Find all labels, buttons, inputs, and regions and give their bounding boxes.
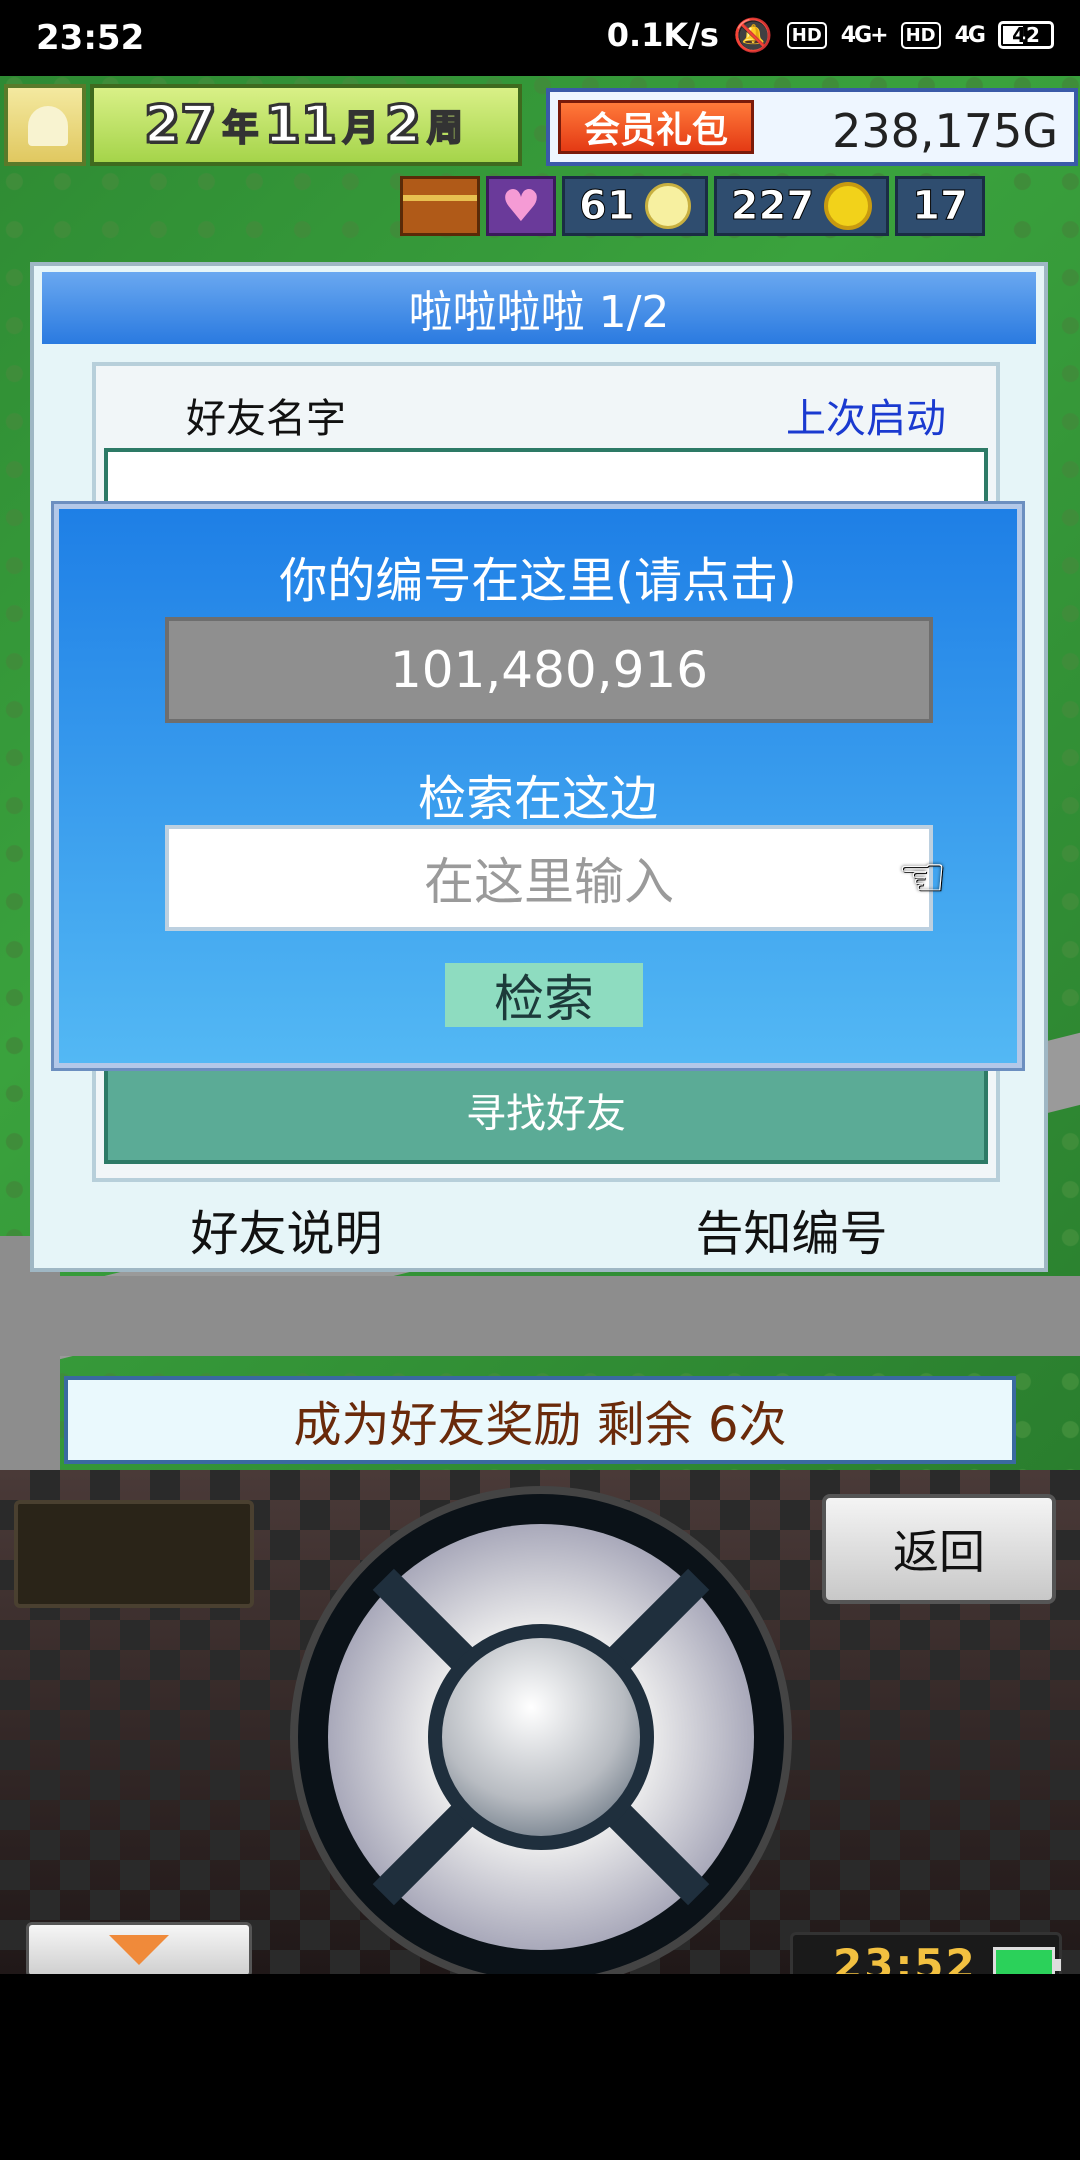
dpad-center-button[interactable]	[428, 1624, 654, 1850]
controller-panel: 返回 23:52	[0, 1470, 1080, 1996]
coin-icon	[824, 182, 873, 230]
week-value: 2	[383, 94, 422, 157]
date-display: 27 年 11 月 2 周	[90, 84, 522, 166]
panel-title: 啦啦啦啦 1/2	[42, 272, 1036, 344]
your-id-box[interactable]: 101,480,916	[165, 617, 933, 723]
status-time: 23:52	[36, 18, 145, 58]
mute-icon: 🔕	[732, 16, 773, 54]
month-unit: 月	[342, 107, 380, 150]
game-map: 27 年 11 月 2 周 会员礼包 238,175G ♥ 61 227 17 …	[0, 76, 1080, 1470]
friend-reward-bar: 成为好友奖励 剩余 6次	[64, 1376, 1016, 1464]
battery-level: 42	[1012, 23, 1040, 47]
bottom-bar	[0, 1974, 1080, 2160]
gold-display: 会员礼包 238,175G	[546, 88, 1078, 166]
week-unit: 周	[426, 107, 464, 150]
column-last-launch: 上次启动	[786, 396, 946, 442]
road	[0, 1276, 1080, 1356]
stat-extra-value: 17	[912, 183, 969, 230]
search-input[interactable]: 在这里输入	[165, 825, 933, 931]
find-friend-button[interactable]: 寻找好友	[108, 1060, 984, 1160]
stat-research: 61	[562, 176, 708, 236]
heart-icon[interactable]: ♥	[486, 176, 556, 236]
stat-research-value: 61	[579, 183, 636, 230]
status-bar: 23:52 0.1K/s 🔕 HD 4G+ HD 4G 42	[0, 0, 1080, 76]
chevron-down-icon	[109, 1935, 169, 1965]
pointing-hand-icon: ☜	[897, 845, 948, 910]
lightbulb-icon	[644, 183, 691, 229]
stat-coins: 227	[713, 176, 890, 236]
resource-row: ♥ 61 227 17	[400, 176, 985, 236]
search-button[interactable]: 检索	[445, 963, 643, 1028]
expand-down-button[interactable]	[26, 1922, 252, 1978]
status-right: 0.1K/s 🔕 HD 4G+ HD 4G 42	[607, 16, 1054, 54]
notify-id-link[interactable]: 告知编号	[695, 1194, 887, 1264]
mini-screen	[14, 1500, 254, 1608]
signal-icon-2: 4G	[954, 22, 986, 48]
net-speed: 0.1K/s	[606, 16, 719, 54]
search-dialog: 你的编号在这里(请点击) 101,480,916 检索在这边 在这里输入 ☜ 检…	[51, 501, 1025, 1071]
avatar-icon[interactable]	[4, 84, 86, 166]
search-label: 检索在这边	[417, 771, 658, 827]
treasure-chest-icon[interactable]	[400, 176, 480, 236]
panel-links: 好友说明 告知编号	[34, 1194, 1044, 1264]
dpad[interactable]	[290, 1486, 792, 1988]
hd-badge-1: HD	[786, 21, 827, 49]
battery-icon: 42	[998, 21, 1054, 49]
friend-explain-link[interactable]: 好友说明	[190, 1194, 382, 1264]
hd-badge-2: HD	[900, 21, 941, 49]
back-button[interactable]: 返回	[822, 1494, 1056, 1604]
column-friend-name: 好友名字	[186, 396, 346, 442]
year-value: 27	[142, 94, 217, 157]
year-unit: 年	[221, 107, 259, 150]
gold-value: 238,175G	[832, 104, 1058, 158]
vip-gift-button[interactable]: 会员礼包	[558, 100, 754, 154]
stat-extra: 17	[895, 176, 985, 236]
month-value: 11	[263, 94, 338, 157]
signal-icon-1: 4G+	[840, 22, 889, 48]
dialog-title: 你的编号在这里(请点击)	[279, 553, 797, 609]
stat-coins-value: 227	[730, 183, 815, 230]
